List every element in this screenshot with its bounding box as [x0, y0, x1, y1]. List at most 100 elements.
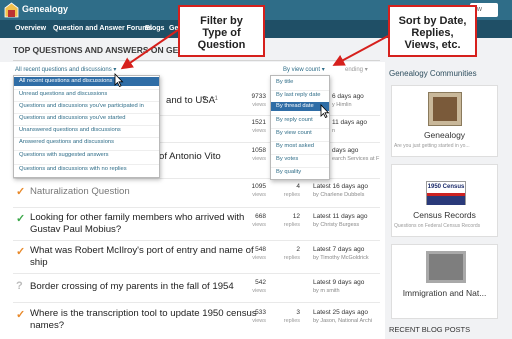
- sort-option-last-reply[interactable]: By last reply date: [271, 90, 329, 99]
- latest-author[interactable]: by Charlene Dubbels: [313, 192, 364, 198]
- question-title[interactable]: of Antonio Vito: [159, 151, 221, 163]
- reply-count: 2: [296, 246, 300, 253]
- question-title[interactable]: Border crossing of my parents in the fal…: [30, 281, 234, 293]
- views-label: views: [252, 128, 266, 134]
- nav-more[interactable]: Ge: [169, 25, 178, 32]
- question-title[interactable]: What was Robert McIlroy's port of entry …: [30, 245, 254, 257]
- latest-activity: Latest 9 days ago: [313, 279, 365, 286]
- nav-blogs[interactable]: Blogs: [145, 25, 164, 32]
- filter-option-all[interactable]: All recent questions and discussions: [14, 77, 159, 86]
- views-label: views: [252, 102, 266, 108]
- views-label: views: [252, 288, 266, 294]
- mouse-cursor-icon: [114, 73, 124, 87]
- national-archives-logo[interactable]: [3, 2, 20, 18]
- view-count: 1095: [251, 183, 266, 190]
- community-card-census[interactable]: 1950 Census Census Records Questions on …: [391, 164, 498, 237]
- latest-author[interactable]: by m smith: [313, 288, 340, 294]
- vote-count-badge: +1: [211, 96, 218, 102]
- filter-dropdown-menu: All recent questions and discussions Unr…: [13, 75, 160, 178]
- row-divider: [13, 207, 380, 208]
- views-label: views: [252, 222, 266, 228]
- latest-activity: Latest 25 days ago: [313, 309, 368, 316]
- question-title[interactable]: Looking for other family members who arr…: [30, 212, 244, 224]
- community-description: Are you just getting started in yo...: [394, 143, 470, 149]
- latest-author[interactable]: by Jason, National Archi: [313, 318, 372, 324]
- row-divider: [13, 273, 380, 274]
- nav-forums[interactable]: Question and Answer Forums: [53, 25, 152, 32]
- community-name[interactable]: Census Records: [392, 210, 497, 220]
- filter-option-answered[interactable]: Answered questions and discussions: [14, 137, 159, 146]
- views-label: views: [252, 192, 266, 198]
- view-count: 1058: [251, 147, 266, 154]
- filter-annotation-callout: Filter by Type of Question: [178, 5, 265, 57]
- list-item[interactable]: ✓ Naturalization Question 1095 views 4 r…: [0, 180, 385, 206]
- list-item[interactable]: ✓ Where is the transcription tool to upd…: [0, 305, 385, 337]
- community-name[interactable]: Immigration and Nat...: [392, 288, 497, 298]
- latest-author[interactable]: earch Services at F: [332, 156, 379, 162]
- filter-option-unread[interactable]: Unread questions and discussions: [14, 89, 159, 98]
- sort-dropdown-menu: By title By last reply date By thread da…: [270, 75, 330, 180]
- title-divider: [13, 60, 380, 61]
- list-item[interactable]: ✓ Looking for other family members who a…: [0, 209, 385, 239]
- community-card-immigration[interactable]: Immigration and Nat...: [391, 244, 498, 319]
- latest-activity: 6 days ago: [332, 93, 364, 100]
- replies-label: replies: [283, 255, 300, 261]
- accepted-check-icon: ✓: [16, 213, 26, 225]
- unanswered-question-icon: ?: [16, 280, 23, 292]
- info-icon: ?: [202, 95, 207, 104]
- community-name[interactable]: Genealogy: [392, 130, 497, 140]
- filter-dropdown-toggle[interactable]: All recent questions and discussions ▾: [15, 66, 116, 73]
- view-count: 542: [255, 279, 266, 286]
- views-label: views: [252, 318, 266, 324]
- sort-option-view-count[interactable]: By view count: [271, 128, 329, 137]
- list-item[interactable]: ? Border crossing of my parents in the f…: [0, 276, 385, 300]
- community-description: Questions on Federal Census Records: [394, 223, 481, 229]
- sort-option-most-asked[interactable]: By most asked: [271, 141, 329, 150]
- reply-count: 12: [292, 213, 300, 220]
- latest-activity: Latest 7 days ago: [313, 246, 365, 253]
- filter-option-participated[interactable]: Questions and discussions you've partici…: [14, 101, 159, 110]
- latest-author[interactable]: by Christy Burgess: [313, 222, 359, 228]
- view-count: 533: [255, 309, 266, 316]
- question-title[interactable]: Naturalization Question: [30, 186, 130, 198]
- row-divider: [13, 240, 380, 241]
- view-count: 9733: [251, 93, 266, 100]
- question-title[interactable]: Where is the transcription tool to updat…: [30, 308, 257, 320]
- views-label: views: [252, 156, 266, 162]
- latest-activity: Latest 11 days ago: [313, 213, 368, 220]
- replies-label: replies: [283, 222, 300, 228]
- latest-author[interactable]: by Timothy McGoldrick: [313, 255, 369, 261]
- page-title: TOP QUESTIONS AND ANSWERS ON GENEAL: [13, 45, 202, 55]
- sort-option-quality[interactable]: By quality: [271, 167, 329, 176]
- recent-blog-posts-heading: RECENT BLOG POSTS: [389, 325, 471, 334]
- reply-count: 3: [296, 309, 300, 316]
- question-title[interactable]: and to USA: [166, 95, 215, 107]
- filter-option-unanswered[interactable]: Unanswered questions and discussions: [14, 125, 159, 134]
- latest-author[interactable]: n: [332, 128, 335, 134]
- sort-option-votes[interactable]: By votes: [271, 154, 329, 163]
- immigration-thumbnail: [426, 251, 466, 283]
- latest-activity: Latest 16 days ago: [313, 183, 368, 190]
- view-count: 548: [255, 246, 266, 253]
- views-label: views: [252, 255, 266, 261]
- sort-annotation-callout: Sort by Date, Replies, Views, etc.: [388, 5, 477, 57]
- latest-activity: 11 days ago: [332, 119, 367, 126]
- question-title-line2[interactable]: names?: [30, 320, 64, 332]
- question-title-line2[interactable]: Gustav Paul Mobius?: [30, 224, 121, 236]
- filter-option-started[interactable]: Questions and discussions you've started: [14, 113, 159, 122]
- question-title-line2[interactable]: ship: [30, 257, 48, 269]
- mouse-cursor-icon: [320, 104, 330, 118]
- brand-title[interactable]: Genealogy: [22, 4, 68, 14]
- sort-dropdown-toggle[interactable]: By view count ▾: [283, 66, 325, 73]
- community-card-genealogy[interactable]: Genealogy Are you just getting started i…: [391, 85, 498, 157]
- nav-overview[interactable]: Overview: [15, 25, 46, 32]
- sort-direction-toggle[interactable]: ending ▾: [345, 66, 368, 73]
- list-item[interactable]: ✓ What was Robert McIlroy's port of entr…: [0, 242, 385, 272]
- row-divider: [13, 302, 380, 303]
- sort-option-title[interactable]: By title: [271, 78, 329, 87]
- latest-author[interactable]: y Himlin: [332, 102, 352, 108]
- genealogy-thumbnail: [428, 92, 462, 126]
- filter-option-no-replies[interactable]: Questions and discussions with no replie…: [14, 164, 159, 173]
- filter-option-suggested[interactable]: Questions with suggested answers: [14, 150, 159, 159]
- replies-label: replies: [283, 192, 300, 198]
